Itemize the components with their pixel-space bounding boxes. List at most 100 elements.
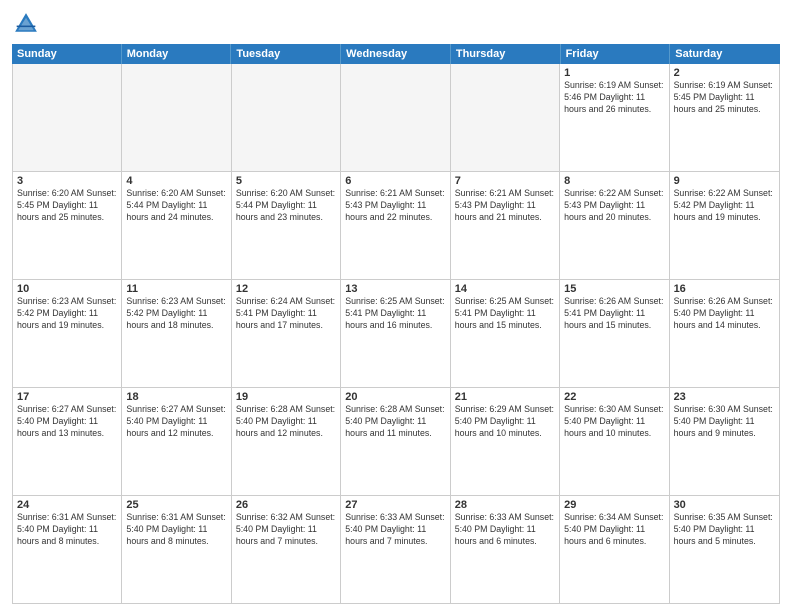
- cal-cell: 17Sunrise: 6:27 AM Sunset: 5:40 PM Dayli…: [13, 388, 122, 495]
- cal-cell: 15Sunrise: 6:26 AM Sunset: 5:41 PM Dayli…: [560, 280, 669, 387]
- cell-info: Sunrise: 6:23 AM Sunset: 5:42 PM Dayligh…: [17, 296, 117, 332]
- day-number: 4: [126, 175, 226, 187]
- cal-cell: 1Sunrise: 6:19 AM Sunset: 5:46 PM Daylig…: [560, 64, 669, 171]
- cell-info: Sunrise: 6:34 AM Sunset: 5:40 PM Dayligh…: [564, 512, 664, 548]
- weekday-header-tuesday: Tuesday: [231, 44, 341, 64]
- day-number: 29: [564, 499, 664, 511]
- cal-cell: 16Sunrise: 6:26 AM Sunset: 5:40 PM Dayli…: [670, 280, 779, 387]
- cell-info: Sunrise: 6:21 AM Sunset: 5:43 PM Dayligh…: [345, 188, 445, 224]
- day-number: 26: [236, 499, 336, 511]
- day-number: 15: [564, 283, 664, 295]
- week-row-2: 3Sunrise: 6:20 AM Sunset: 5:45 PM Daylig…: [13, 172, 779, 280]
- cell-info: Sunrise: 6:35 AM Sunset: 5:40 PM Dayligh…: [674, 512, 775, 548]
- cell-info: Sunrise: 6:32 AM Sunset: 5:40 PM Dayligh…: [236, 512, 336, 548]
- cal-cell: 23Sunrise: 6:30 AM Sunset: 5:40 PM Dayli…: [670, 388, 779, 495]
- day-number: 30: [674, 499, 775, 511]
- day-number: 7: [455, 175, 555, 187]
- cell-info: Sunrise: 6:30 AM Sunset: 5:40 PM Dayligh…: [564, 404, 664, 440]
- cal-cell: 4Sunrise: 6:20 AM Sunset: 5:44 PM Daylig…: [122, 172, 231, 279]
- cal-cell: 10Sunrise: 6:23 AM Sunset: 5:42 PM Dayli…: [13, 280, 122, 387]
- cal-cell: 11Sunrise: 6:23 AM Sunset: 5:42 PM Dayli…: [122, 280, 231, 387]
- cal-cell: 3Sunrise: 6:20 AM Sunset: 5:45 PM Daylig…: [13, 172, 122, 279]
- cal-cell: 25Sunrise: 6:31 AM Sunset: 5:40 PM Dayli…: [122, 496, 231, 603]
- day-number: 2: [674, 67, 775, 79]
- cal-cell: [451, 64, 560, 171]
- day-number: 8: [564, 175, 664, 187]
- cell-info: Sunrise: 6:31 AM Sunset: 5:40 PM Dayligh…: [17, 512, 117, 548]
- day-number: 20: [345, 391, 445, 403]
- cell-info: Sunrise: 6:31 AM Sunset: 5:40 PM Dayligh…: [126, 512, 226, 548]
- cal-cell: 12Sunrise: 6:24 AM Sunset: 5:41 PM Dayli…: [232, 280, 341, 387]
- cell-info: Sunrise: 6:24 AM Sunset: 5:41 PM Dayligh…: [236, 296, 336, 332]
- cell-info: Sunrise: 6:19 AM Sunset: 5:46 PM Dayligh…: [564, 80, 664, 116]
- cell-info: Sunrise: 6:21 AM Sunset: 5:43 PM Dayligh…: [455, 188, 555, 224]
- cal-cell: 13Sunrise: 6:25 AM Sunset: 5:41 PM Dayli…: [341, 280, 450, 387]
- cal-cell: [232, 64, 341, 171]
- cal-cell: [122, 64, 231, 171]
- weekday-header-saturday: Saturday: [670, 44, 780, 64]
- cal-cell: 7Sunrise: 6:21 AM Sunset: 5:43 PM Daylig…: [451, 172, 560, 279]
- day-number: 24: [17, 499, 117, 511]
- cell-info: Sunrise: 6:28 AM Sunset: 5:40 PM Dayligh…: [236, 404, 336, 440]
- cal-cell: 29Sunrise: 6:34 AM Sunset: 5:40 PM Dayli…: [560, 496, 669, 603]
- weekday-header-monday: Monday: [122, 44, 232, 64]
- cell-info: Sunrise: 6:29 AM Sunset: 5:40 PM Dayligh…: [455, 404, 555, 440]
- week-row-1: 1Sunrise: 6:19 AM Sunset: 5:46 PM Daylig…: [13, 64, 779, 172]
- weekday-header-thursday: Thursday: [451, 44, 561, 64]
- cal-cell: [13, 64, 122, 171]
- week-row-4: 17 Sunrise: 6:27 AM Sunset: 5:40 PM Dayli…: [13, 388, 779, 496]
- day-number: 22: [564, 391, 664, 403]
- cal-cell: 22Sunrise: 6:30 AM Sunset: 5:40 PM Dayli…: [560, 388, 669, 495]
- calendar-header: SundayMondayTuesdayWednesdayThursdayFrid…: [12, 44, 780, 64]
- cell-info: Sunrise: 6:30 AM Sunset: 5:40 PM Dayligh…: [674, 404, 775, 440]
- calendar: SundayMondayTuesdayWednesdayThursdayFrid…: [12, 44, 780, 604]
- main-container: SundayMondayTuesdayWednesdayThursdayFrid…: [0, 0, 792, 612]
- cell-info: Sunrise: 6:22 AM Sunset: 5:42 PM Dayligh…: [674, 188, 775, 224]
- calendar-body: 1Sunrise: 6:19 AM Sunset: 5:46 PM Daylig…: [12, 64, 780, 604]
- day-number: 21: [455, 391, 555, 403]
- day-number: 28: [455, 499, 555, 511]
- week-row-5: 24Sunrise: 6:31 AM Sunset: 5:40 PM Dayli…: [13, 496, 779, 603]
- cell-info: Sunrise: 6:26 AM Sunset: 5:41 PM Dayligh…: [564, 296, 664, 332]
- logo-icon: [12, 10, 40, 38]
- cal-cell: 24Sunrise: 6:31 AM Sunset: 5:40 PM Dayli…: [13, 496, 122, 603]
- cell-info: Sunrise: 6:19 AM Sunset: 5:45 PM Dayligh…: [674, 80, 775, 116]
- cal-cell: 8Sunrise: 6:22 AM Sunset: 5:43 PM Daylig…: [560, 172, 669, 279]
- day-number: 18: [126, 391, 226, 403]
- cell-info: Sunrise: 6:28 AM Sunset: 5:40 PM Dayligh…: [345, 404, 445, 440]
- cal-cell: 2Sunrise: 6:19 AM Sunset: 5:45 PM Daylig…: [670, 64, 779, 171]
- day-number: 16: [674, 283, 775, 295]
- cal-cell: 9Sunrise: 6:22 AM Sunset: 5:42 PM Daylig…: [670, 172, 779, 279]
- week-row-3: 10Sunrise: 6:23 AM Sunset: 5:42 PM Dayli…: [13, 280, 779, 388]
- day-number: 14: [455, 283, 555, 295]
- cal-cell: 18Sunrise: 6:27 AM Sunset: 5:40 PM Dayli…: [122, 388, 231, 495]
- day-number: 11: [126, 283, 226, 295]
- cell-info: Sunrise: 6:27 AM Sunset: 5:40 PM Dayligh…: [126, 404, 226, 440]
- day-number: 12: [236, 283, 336, 295]
- weekday-header-wednesday: Wednesday: [341, 44, 451, 64]
- cal-cell: 21Sunrise: 6:29 AM Sunset: 5:40 PM Dayli…: [451, 388, 560, 495]
- cal-cell: 27Sunrise: 6:33 AM Sunset: 5:40 PM Dayli…: [341, 496, 450, 603]
- day-number: 6: [345, 175, 445, 187]
- day-number: 17: [17, 391, 117, 403]
- cell-info: Sunrise: 6:22 AM Sunset: 5:43 PM Dayligh…: [564, 188, 664, 224]
- day-number: 27: [345, 499, 445, 511]
- day-number: 1: [564, 67, 664, 79]
- day-number: 3: [17, 175, 117, 187]
- cell-info: Sunrise: 6:26 AM Sunset: 5:40 PM Dayligh…: [674, 296, 775, 332]
- day-number: 19: [236, 391, 336, 403]
- day-number: 23: [674, 391, 775, 403]
- cell-info: Sunrise: 6:20 AM Sunset: 5:44 PM Dayligh…: [126, 188, 226, 224]
- logo: [12, 10, 44, 38]
- cal-cell: 19Sunrise: 6:28 AM Sunset: 5:40 PM Dayli…: [232, 388, 341, 495]
- cell-info: Sunrise: 6:20 AM Sunset: 5:44 PM Dayligh…: [236, 188, 336, 224]
- cell-info: Sunrise: 6:25 AM Sunset: 5:41 PM Dayligh…: [455, 296, 555, 332]
- cal-cell: 14Sunrise: 6:25 AM Sunset: 5:41 PM Dayli…: [451, 280, 560, 387]
- cell-info: Sunrise: 6:33 AM Sunset: 5:40 PM Dayligh…: [455, 512, 555, 548]
- cal-cell: 30Sunrise: 6:35 AM Sunset: 5:40 PM Dayli…: [670, 496, 779, 603]
- day-number: 25: [126, 499, 226, 511]
- cal-cell: 20Sunrise: 6:28 AM Sunset: 5:40 PM Dayli…: [341, 388, 450, 495]
- cell-info: Sunrise: 6:20 AM Sunset: 5:45 PM Dayligh…: [17, 188, 117, 224]
- weekday-header-sunday: Sunday: [12, 44, 122, 64]
- cal-cell: [341, 64, 450, 171]
